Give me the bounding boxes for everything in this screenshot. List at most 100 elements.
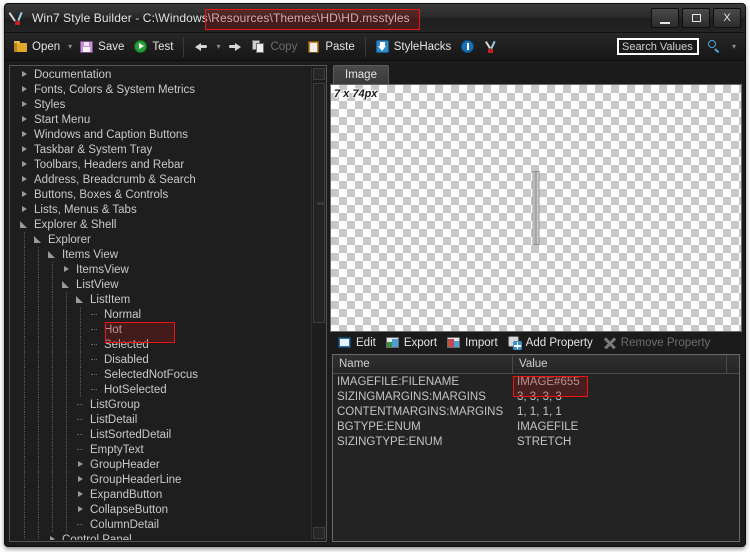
maximize-button[interactable] (682, 8, 710, 28)
search-button[interactable] (702, 38, 726, 56)
tree-item-listsorteddetail[interactable]: ListSortedDetail (11, 427, 311, 442)
copy-button[interactable]: Copy (247, 38, 302, 56)
tree-item-listdetail[interactable]: ListDetail (11, 412, 311, 427)
chevron-down-icon[interactable] (33, 234, 44, 245)
tree-guide-line (24, 517, 25, 532)
chevron-right-icon[interactable] (75, 504, 86, 515)
tree-item-start-menu[interactable]: Start Menu (11, 112, 311, 127)
image-preview[interactable]: 7 x 74px (330, 84, 742, 332)
tree-item-itemsview[interactable]: ItemsView (11, 262, 311, 277)
undo-dropdown-icon[interactable]: ▾ (213, 42, 223, 51)
tree-item-documentation[interactable]: Documentation (11, 67, 311, 82)
close-button[interactable]: X (713, 8, 741, 28)
open-button[interactable]: Open (9, 38, 65, 56)
chevron-down-icon[interactable] (61, 279, 72, 290)
chevron-down-icon[interactable] (19, 219, 30, 230)
tree-item-hotselected[interactable]: HotSelected (11, 382, 311, 397)
import-button[interactable]: Import (443, 335, 502, 351)
tree-item-groupheader[interactable]: GroupHeader (11, 457, 311, 472)
save-button[interactable]: Save (75, 38, 129, 56)
tree-item-hot[interactable]: Hot (11, 322, 311, 337)
tree-item-styles[interactable]: Styles (11, 97, 311, 112)
tree-guide-line (24, 367, 25, 382)
chevron-right-icon[interactable] (19, 174, 30, 185)
about-button[interactable] (480, 38, 504, 56)
tree-guide-line (52, 502, 53, 517)
tree-guide-line (38, 487, 39, 502)
tree-item-normal[interactable]: Normal (11, 307, 311, 322)
column-header-name[interactable]: Name (333, 355, 513, 373)
chevron-right-icon[interactable] (19, 204, 30, 215)
table-row[interactable]: BGTYPE:ENUM IMAGEFILE (333, 419, 739, 434)
add-property-button[interactable]: Add Property (504, 335, 597, 351)
chevron-right-icon[interactable] (19, 99, 30, 110)
tree-item-columndetail[interactable]: ColumnDetail (11, 517, 311, 532)
paste-button[interactable]: Paste (302, 38, 359, 56)
tree-item-explorer[interactable]: Explorer (11, 232, 311, 247)
tree-item-selectednotfocus[interactable]: SelectedNotFocus (11, 367, 311, 382)
chevron-right-icon[interactable] (19, 69, 30, 80)
table-row[interactable]: CONTENTMARGINS:MARGINS 1, 1, 1, 1 (333, 404, 739, 419)
tree-item-buttons-boxes-controls[interactable]: Buttons, Boxes & Controls (11, 187, 311, 202)
chevron-right-icon[interactable] (19, 114, 30, 125)
tree-guide-line (38, 367, 39, 382)
tree-item-expandbutton[interactable]: ExpandButton (11, 487, 311, 502)
column-header-value[interactable]: Value (513, 355, 727, 373)
tree-item-lists-menus-tabs[interactable]: Lists, Menus & Tabs (11, 202, 311, 217)
tree-item-selected[interactable]: Selected (11, 337, 311, 352)
main-window: Win7 Style Builder - C:\Windows\Resource… (4, 3, 746, 547)
chevron-right-icon[interactable] (19, 144, 30, 155)
tree-item-disabled[interactable]: Disabled (11, 352, 311, 367)
chevron-right-icon[interactable] (75, 474, 86, 485)
minimize-button[interactable] (651, 8, 679, 28)
property-grid[interactable]: Name Value IMAGEFILE:FILENAME IMAGE#655 SI… (332, 354, 740, 542)
theme-tree[interactable]: Documentation Fonts, Colors & System Metr… (11, 67, 311, 540)
tree-item-toolbars-headers-and-rebar[interactable]: Toolbars, Headers and Rebar (11, 157, 311, 172)
table-row[interactable]: SIZINGMARGINS:MARGINS 3, 3, 3, 3 (333, 389, 739, 404)
stylehacks-button[interactable]: StyleHacks (371, 38, 457, 56)
tree-item-items-view[interactable]: Items View (11, 247, 311, 262)
search-input[interactable] (616, 38, 699, 55)
test-button[interactable]: Test (129, 38, 178, 56)
paste-label: Paste (325, 40, 355, 53)
chevron-right-icon[interactable] (47, 534, 58, 540)
chevron-right-icon[interactable] (19, 129, 30, 140)
open-dropdown-icon[interactable]: ▾ (65, 42, 75, 51)
chevron-down-icon[interactable] (75, 294, 86, 305)
tree-item-listitem[interactable]: ListItem (11, 292, 311, 307)
tree-item-taskbar-system-tray[interactable]: Taskbar & System Tray (11, 142, 311, 157)
tree-guide-line (38, 277, 39, 292)
chevron-right-icon[interactable] (19, 159, 30, 170)
table-row[interactable]: IMAGEFILE:FILENAME IMAGE#655 (333, 374, 739, 389)
scroll-up-button[interactable] (313, 68, 325, 80)
chevron-right-icon[interactable] (61, 264, 72, 275)
chevron-right-icon[interactable] (19, 189, 30, 200)
scroll-thumb[interactable] (313, 83, 325, 323)
remove-property-button[interactable]: Remove Property (599, 335, 714, 351)
tab-image[interactable]: Image (333, 65, 389, 84)
tree-item-listgroup[interactable]: ListGroup (11, 397, 311, 412)
tree-item-windows-and-caption-buttons[interactable]: Windows and Caption Buttons (11, 127, 311, 142)
chevron-right-icon[interactable] (75, 459, 86, 470)
table-row[interactable]: SIZINGTYPE:ENUM STRETCH (333, 434, 739, 449)
tree-item-listview[interactable]: ListView (11, 277, 311, 292)
search-dropdown-icon[interactable]: ▾ (729, 42, 739, 51)
tree-vertical-scrollbar[interactable] (311, 67, 325, 540)
tree-item-fonts-colors-system-metrics[interactable]: Fonts, Colors & System Metrics (11, 82, 311, 97)
tree-item-emptytext[interactable]: EmptyText (11, 442, 311, 457)
tree-item-explorer-shell[interactable]: Explorer & Shell (11, 217, 311, 232)
edit-button[interactable]: Edit (334, 335, 380, 351)
undo-button[interactable] (189, 38, 213, 56)
chevron-right-icon[interactable] (19, 84, 30, 95)
tree-guide-line (66, 337, 67, 352)
scroll-down-button[interactable] (313, 527, 325, 539)
chevron-down-icon[interactable] (47, 249, 58, 260)
tree-item-control-panel[interactable]: Control Panel (11, 532, 311, 540)
info-button[interactable] (456, 38, 480, 56)
tree-item-address-breadcrumb-search[interactable]: Address, Breadcrumb & Search (11, 172, 311, 187)
tree-item-groupheaderline[interactable]: GroupHeaderLine (11, 472, 311, 487)
tree-item-collapsebutton[interactable]: CollapseButton (11, 502, 311, 517)
export-button[interactable]: Export (382, 335, 441, 351)
redo-button[interactable] (223, 38, 247, 56)
chevron-right-icon[interactable] (75, 489, 86, 500)
